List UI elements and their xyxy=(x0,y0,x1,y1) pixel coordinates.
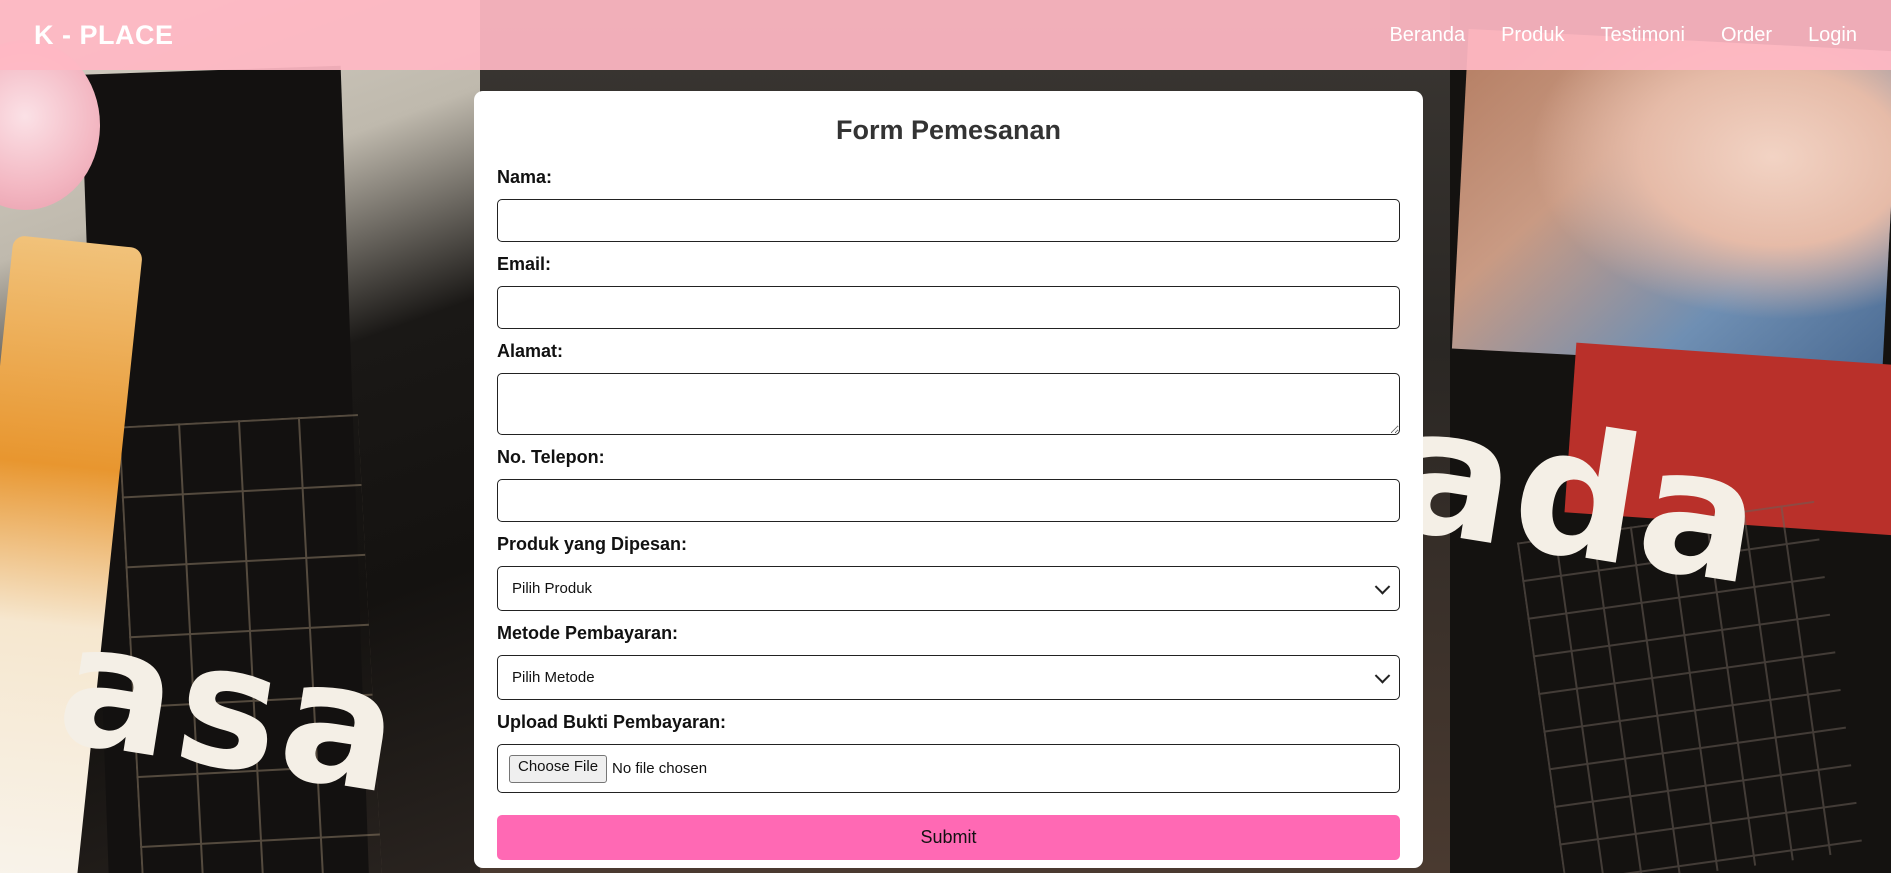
upload-label: Upload Bukti Pembayaran: xyxy=(497,712,727,732)
telepon-input[interactable] xyxy=(497,479,1400,522)
nav-link-testimoni[interactable]: Testimoni xyxy=(1600,24,1684,47)
produk-label: Produk yang Dipesan: xyxy=(497,534,688,554)
background-portrait-photo xyxy=(1451,28,1891,372)
metode-selected-value: Pilih Metode xyxy=(512,669,595,686)
telepon-label: No. Telepon: xyxy=(497,447,605,467)
choose-file-button[interactable]: Choose File xyxy=(509,754,608,783)
produk-select-wrapper: Pilih Produk xyxy=(497,566,1400,611)
nama-label: Nama: xyxy=(497,167,553,187)
file-status-text: No file chosen xyxy=(612,760,708,777)
nav-link-login[interactable]: Login xyxy=(1808,24,1857,47)
brand-logo[interactable]: K - PLACE xyxy=(34,20,174,51)
order-form-card: Form Pemesanan Nama: Email: Alamat: No. … xyxy=(474,91,1423,868)
produk-select[interactable]: Pilih Produk xyxy=(497,566,1400,611)
email-label: Email: xyxy=(497,254,552,274)
nav-links: Beranda Produk Testimoni Order Login xyxy=(1353,24,1857,47)
nav-link-beranda[interactable]: Beranda xyxy=(1389,24,1465,47)
submit-button[interactable]: Submit xyxy=(497,815,1400,860)
metode-select[interactable]: Pilih Metode xyxy=(497,655,1400,700)
alamat-label: Alamat: xyxy=(497,341,564,361)
alamat-textarea[interactable] xyxy=(497,373,1400,435)
form-title: Form Pemesanan xyxy=(835,115,1062,145)
nav-link-produk[interactable]: Produk xyxy=(1501,24,1564,47)
top-navbar: K - PLACE Beranda Produk Testimoni Order… xyxy=(0,0,1891,70)
nama-input[interactable] xyxy=(497,199,1400,242)
metode-select-wrapper: Pilih Metode xyxy=(497,655,1400,700)
produk-selected-value: Pilih Produk xyxy=(512,580,593,597)
file-upload-field: Choose File No file chosen xyxy=(497,744,1400,793)
metode-label: Metode Pembayaran: xyxy=(497,623,679,643)
nav-link-order[interactable]: Order xyxy=(1721,24,1772,47)
email-input[interactable] xyxy=(497,286,1400,329)
